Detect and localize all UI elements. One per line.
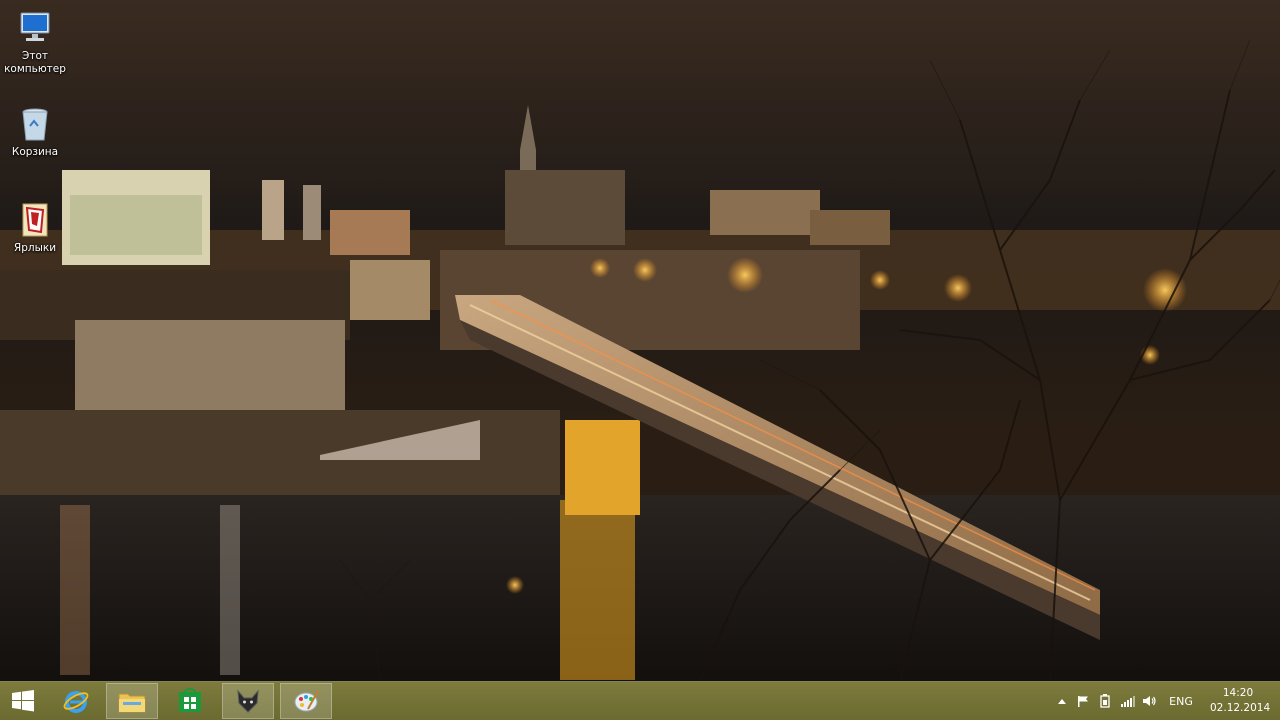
desktop-icon-this-pc[interactable]: Этот компьютер xyxy=(0,8,70,76)
desktop-icon-shortcuts[interactable]: Ярлыки xyxy=(0,200,70,255)
battery-plug-icon xyxy=(1100,694,1110,708)
taskbar-internet-explorer[interactable] xyxy=(50,683,102,719)
desktop-icon-recycle-bin[interactable]: Корзина xyxy=(0,104,70,159)
speaker-icon xyxy=(1143,696,1156,706)
paint-palette-icon xyxy=(294,690,319,712)
desktop-icon-label: Этот компьютер xyxy=(4,50,66,75)
desktop-icon-label: Корзина xyxy=(11,146,59,158)
chevron-up-icon xyxy=(1058,699,1066,704)
taskbar-file-explorer[interactable] xyxy=(106,683,158,719)
volume-button[interactable] xyxy=(1142,693,1158,709)
windows-start-icon xyxy=(12,690,34,712)
fox-app-icon xyxy=(237,689,259,713)
action-center-button[interactable] xyxy=(1076,693,1090,709)
taskbar-paint[interactable] xyxy=(280,683,332,719)
taskbar-store[interactable] xyxy=(164,683,216,719)
start-button[interactable] xyxy=(0,683,46,719)
computer-icon xyxy=(15,8,55,48)
desktop-icon-label: Ярлыки xyxy=(13,242,57,254)
clock-date: 02.12.2014 xyxy=(1210,702,1271,714)
taskbar-clock[interactable]: 14:20 02.12.2014 xyxy=(1210,686,1271,716)
flag-icon xyxy=(1078,696,1088,707)
taskbar-fox-app[interactable] xyxy=(222,683,274,719)
input-language-indicator[interactable]: ENG xyxy=(1166,693,1196,709)
signal-strength-icon xyxy=(1121,696,1135,707)
show-hidden-icons-button[interactable] xyxy=(1056,693,1068,709)
clock-time: 14:20 xyxy=(1222,687,1254,699)
taskbar: ENG 14:20 02.12.2014 xyxy=(0,681,1280,720)
windows-store-icon xyxy=(179,688,201,712)
system-tray: ENG 14:20 02.12.2014 xyxy=(1050,682,1280,720)
network-button[interactable] xyxy=(1120,693,1136,709)
power-button[interactable] xyxy=(1098,693,1112,709)
folder-shortcuts-icon xyxy=(15,200,55,240)
file-explorer-icon xyxy=(118,693,146,713)
internet-explorer-icon xyxy=(63,691,89,713)
recycle-bin-icon xyxy=(15,104,55,144)
desktop-wallpaper xyxy=(0,0,1280,719)
